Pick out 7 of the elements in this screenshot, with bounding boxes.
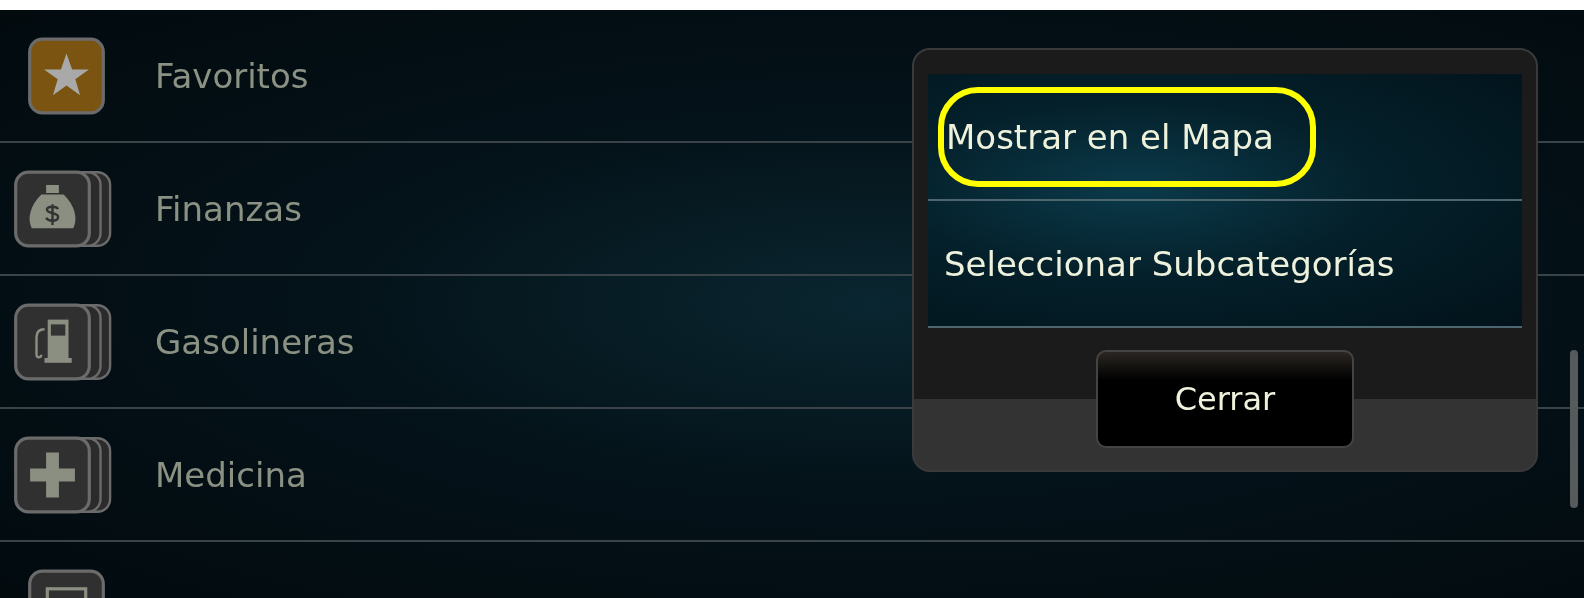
category-label[interactable]: Gasolineras: [155, 321, 355, 362]
menu-item[interactable]: Seleccionar Subcategorías: [928, 201, 1522, 328]
category-label[interactable]: Medicina: [155, 454, 307, 495]
category-label[interactable]: Finanzas: [155, 188, 302, 229]
category-label[interactable]: Favoritos: [155, 55, 309, 96]
scrollbar[interactable]: [1570, 350, 1578, 508]
close-button[interactable]: Cerrar: [1096, 350, 1354, 448]
